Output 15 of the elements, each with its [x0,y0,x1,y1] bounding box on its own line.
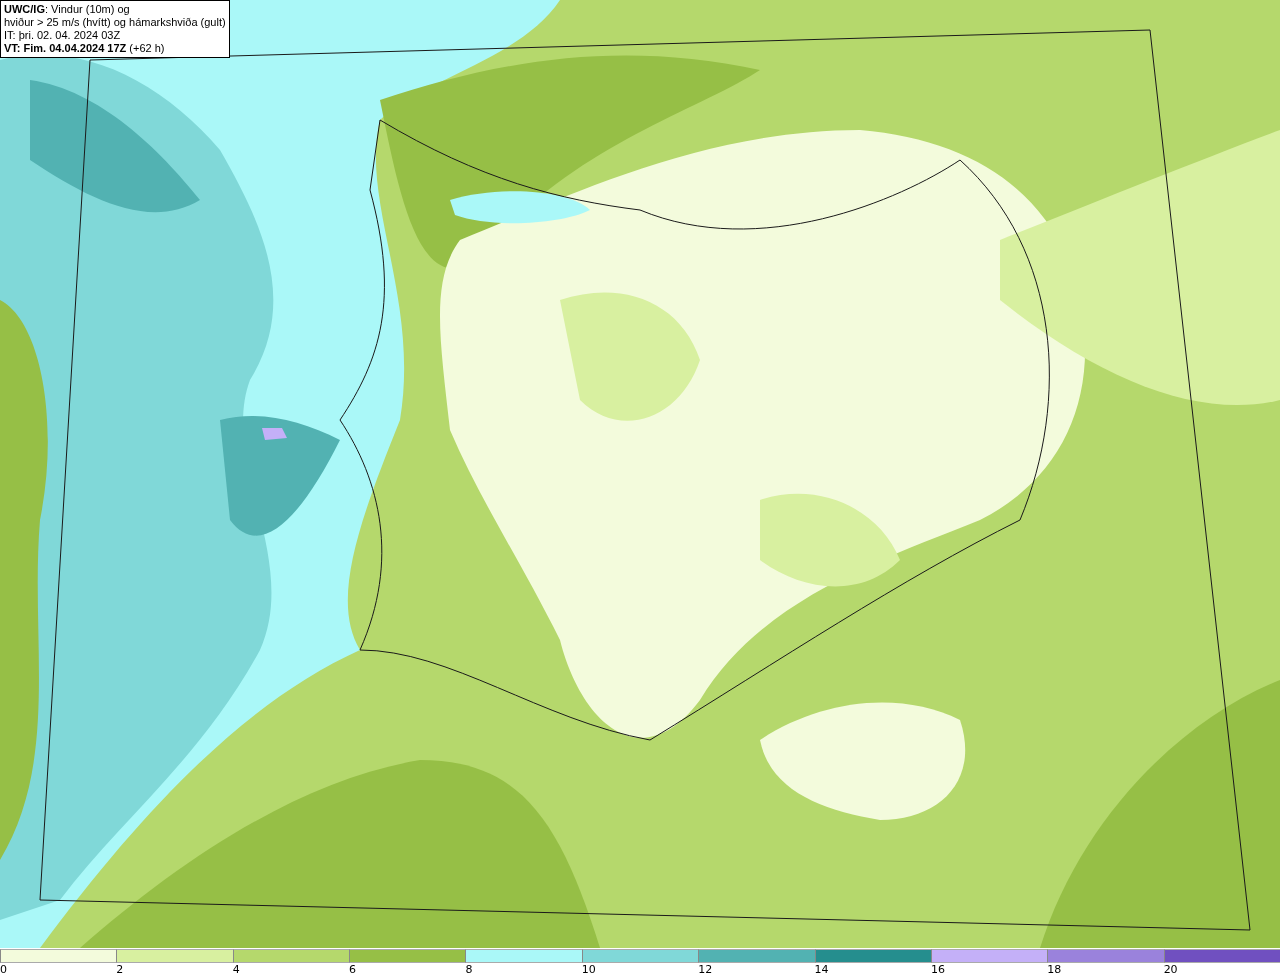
legend-label: 0 [0,963,7,976]
legend-label: 4 [232,963,240,976]
legend-label: 20 [1163,963,1178,976]
legend-label: 14 [814,963,829,976]
title-line: hviður > 25 m/s (hvítt) og hámarkshviða (gult) [4,16,226,29]
legend-label: 2 [116,963,124,976]
legend-label: 18 [1047,963,1062,976]
title-line: UWC/IG: Vindur (10m) og [4,3,131,16]
legend-label: 8 [465,963,473,976]
title-line: IT: þri. 02. 04. 2024 03Z [4,29,122,42]
legend-label: 6 [349,963,357,976]
legend-label: 10 [581,963,596,976]
legend-label: 12 [698,963,713,976]
legend-label: 16 [930,963,945,976]
title-line: VT: Fim. 04.04.2024 17Z (+62 h) [4,42,166,55]
